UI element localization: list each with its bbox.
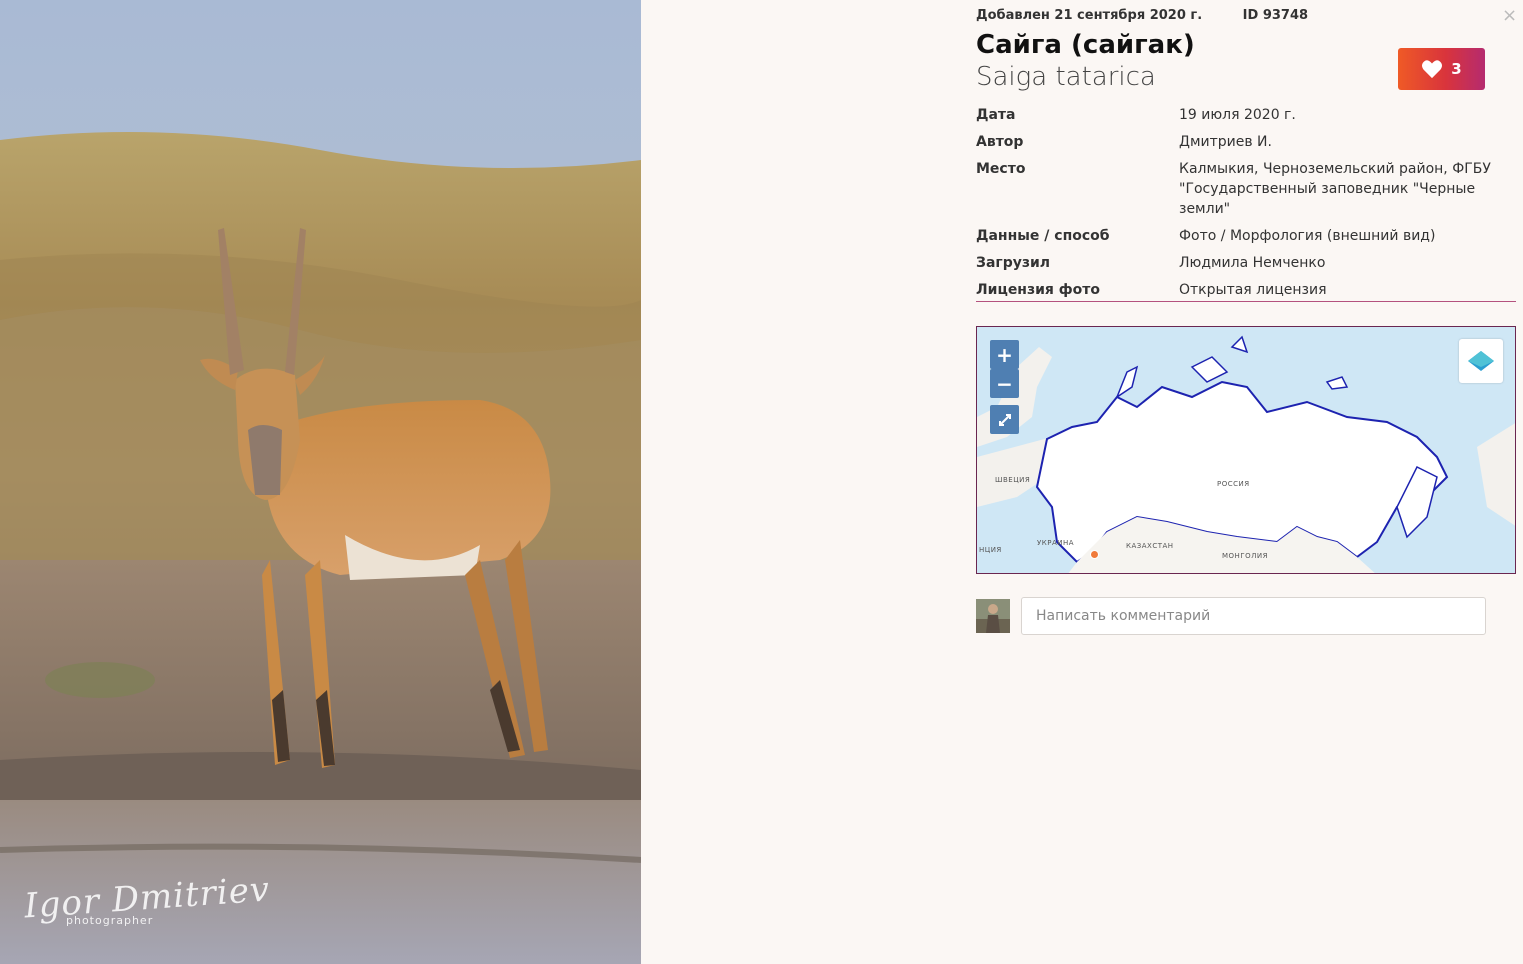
property-value[interactable]: Дмитриев И. [1179,132,1516,152]
property-row-author: Автор Дмитриев И. [976,132,1516,152]
photo-watermark: Igor Dmitriev photographer [23,869,271,927]
user-avatar-image [976,599,1010,633]
species-photo[interactable]: Igor Dmitriev photographer [0,0,641,964]
map-label-mongolia: МОНГОЛИЯ [1222,552,1268,560]
property-value[interactable]: Открытая лицензия [1179,280,1516,300]
property-row-license: Лицензия фото Открытая лицензия [976,280,1516,300]
layers-button[interactable] [1459,339,1503,383]
map-label-russia: РОССИЯ [1217,480,1250,488]
property-label: Место [976,161,1026,177]
map-label-kazakhstan: КАЗАХСТАН [1126,542,1174,550]
property-value[interactable]: Людмила Немченко [1179,253,1516,273]
meta-line: Добавлен 21 сентября 2020 г. ID 93748 [976,8,1308,23]
property-value: 19 июля 2020 г. [1179,107,1296,123]
property-row-uploader: Загрузил Людмила Немченко [976,253,1516,273]
like-count: 3 [1451,60,1462,78]
avatar[interactable] [976,599,1010,633]
comment-input[interactable] [1021,597,1486,635]
property-value: Калмыкия, Черноземельский район, ФГБУ "Г… [1179,161,1491,217]
close-button[interactable]: × [1502,6,1517,26]
property-value: Фото / Морфология (внешний вид) [1179,228,1436,244]
location-map[interactable]: + − РОССИЯ ШВЕЦИЯ УКРАИНА КАЗАХСТАН МОНГ… [976,326,1516,574]
species-name[interactable]: Сайга (сайгак) [976,30,1195,60]
like-button[interactable]: 3 [1398,48,1485,90]
expand-icon [998,413,1011,426]
properties-list: Дата 19 июля 2020 г. Автор Дмитриев И. М… [976,105,1516,300]
layers-icon [1468,351,1494,371]
record-id: ID 93748 [1242,8,1309,23]
property-row-method: Данные / способ Фото / Морфология (внешн… [976,226,1516,246]
map-tiles [977,327,1515,573]
saiga-photo-image [0,0,641,964]
divider [976,301,1516,302]
fullscreen-button[interactable] [990,405,1019,434]
zoom-out-button[interactable]: − [990,369,1019,398]
species-latin-name: Saiga tatarica [976,62,1156,92]
heart-icon [1422,60,1443,79]
property-row-date: Дата 19 июля 2020 г. [976,105,1516,125]
property-label: Лицензия фото [976,282,1101,298]
property-row-place: Место Калмыкия, Черноземельский район, Ф… [976,159,1516,219]
zoom-in-button[interactable]: + [990,340,1019,369]
map-label-partial: НЦИЯ [979,546,1002,554]
property-label: Дата [976,107,1016,123]
property-label: Автор [976,134,1024,150]
property-label: Данные / способ [976,228,1110,244]
map-label-sweden: ШВЕЦИЯ [995,476,1031,484]
property-label: Загрузил [976,255,1051,271]
observation-marker[interactable] [1090,550,1099,559]
map-label-ukraine: УКРАИНА [1037,539,1075,547]
added-date: Добавлен 21 сентября 2020 г. [976,8,1203,23]
close-icon: × [1502,5,1518,26]
comment-form [976,597,1516,637]
